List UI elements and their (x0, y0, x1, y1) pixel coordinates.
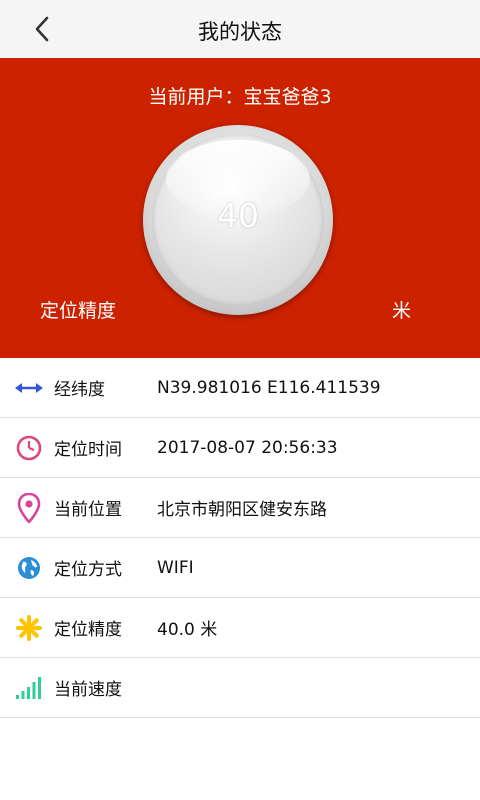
list-item-location: 当前位置 北京市朝阳区健安东路 (0, 478, 480, 538)
speed-label: 当前速度 (54, 680, 122, 700)
top-bar: 我的状态 (0, 0, 480, 59)
method-value: WIFI (157, 557, 194, 578)
coordinates-value: N39.981016 E116.411539 (157, 377, 381, 398)
accuracy-label: 定位精度 (40, 300, 117, 322)
location-pin-icon (15, 492, 43, 523)
coordinates-label: 经纬度 (54, 380, 105, 400)
accuracy-row-value: 40.0 米 (157, 620, 218, 640)
current-user-label: 当前用户：宝宝爸爸3 (148, 86, 332, 108)
status-list: 经纬度 N39.981016 E116.411539 定位时间 2017-08-… (0, 358, 480, 718)
method-label: 定位方式 (54, 560, 122, 580)
list-item-time: 定位时间 2017-08-07 20:56:33 (0, 418, 480, 478)
globe-icon (15, 554, 43, 582)
time-value: 2017-08-07 20:56:33 (157, 437, 338, 458)
location-label: 当前位置 (54, 500, 122, 520)
double-arrow-icon (15, 374, 43, 402)
accuracy-gauge: 40 (143, 125, 333, 315)
gauge-face: 40 (152, 134, 324, 306)
accuracy-row-label: 定位精度 (54, 620, 122, 640)
gauge-value: 40 (217, 196, 259, 235)
location-value: 北京市朝阳区健安东路 (157, 500, 327, 520)
signal-bars-icon (15, 674, 43, 702)
page-title: 我的状态 (198, 20, 282, 44)
status-panel: 当前用户：宝宝爸爸3 40 定位精度 米 (0, 58, 480, 358)
list-item-accuracy: 定位精度 40.0 米 (0, 598, 480, 658)
list-item-speed: 当前速度 (0, 658, 480, 718)
list-item-method: 定位方式 WIFI (0, 538, 480, 598)
list-item-coordinates: 经纬度 N39.981016 E116.411539 (0, 358, 480, 418)
clock-icon (15, 434, 43, 462)
sun-icon (15, 614, 43, 642)
time-label: 定位时间 (54, 440, 122, 460)
unit-label: 米 (392, 300, 412, 322)
